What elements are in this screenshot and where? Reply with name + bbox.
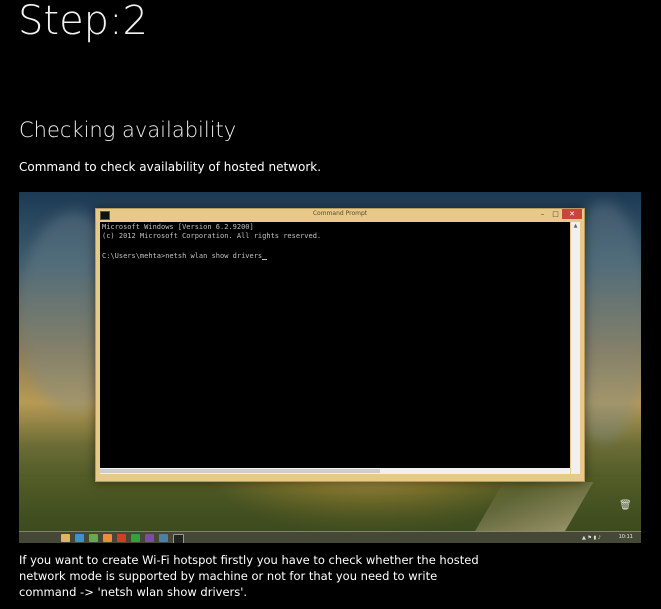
minimize-icon[interactable]: – bbox=[536, 209, 549, 219]
maximize-icon[interactable]: □ bbox=[549, 209, 562, 219]
section-heading: Checking availability bbox=[19, 118, 237, 142]
cmd-line: C:\Users\mehta>netsh wlan show drivers bbox=[102, 252, 268, 260]
cmd-command: C:\Users\mehta>netsh wlan show drivers bbox=[102, 252, 263, 260]
ie-icon[interactable] bbox=[75, 534, 84, 542]
window-controls: – □ ✕ bbox=[536, 209, 582, 220]
close-icon[interactable]: ✕ bbox=[562, 209, 582, 219]
cmd-console[interactable]: Microsoft Windows [Version 6.2.9200] (c)… bbox=[100, 222, 570, 474]
step-title: Step:2 bbox=[18, 0, 148, 44]
cmd-icon[interactable] bbox=[173, 534, 184, 543]
scroll-up-icon[interactable]: ▲ bbox=[571, 222, 580, 230]
cmd-line: (c) 2012 Microsoft Corporation. All righ… bbox=[102, 232, 322, 240]
cmd-line: Microsoft Windows [Version 6.2.9200] bbox=[102, 223, 254, 231]
media-icon[interactable] bbox=[89, 534, 98, 542]
page: Step:2 Checking availability Command to … bbox=[0, 0, 661, 609]
horizontal-scrollbar[interactable] bbox=[100, 468, 570, 474]
vs-icon[interactable] bbox=[145, 534, 154, 542]
scrollbar-thumb[interactable] bbox=[100, 469, 380, 473]
store-icon[interactable] bbox=[117, 534, 126, 542]
vertical-scrollbar[interactable]: ▲ bbox=[571, 222, 580, 474]
intro-text: Command to check availability of hosted … bbox=[19, 160, 322, 174]
file-explorer-icon[interactable] bbox=[61, 534, 70, 542]
cmd-titlebar[interactable]: Command Prompt – □ ✕ bbox=[96, 209, 584, 221]
settings-icon[interactable] bbox=[159, 534, 168, 542]
taskbar-clock[interactable]: 10:11 bbox=[619, 534, 633, 540]
description-text: If you want to create Wi-Fi hotspot firs… bbox=[19, 553, 479, 599]
command-prompt-window: Command Prompt – □ ✕ Microsoft Windows [… bbox=[95, 208, 585, 482]
taskbar: ▲ ⚑ ▮ ♪ 10:11 bbox=[19, 531, 641, 543]
cursor bbox=[262, 259, 268, 260]
app-icon[interactable] bbox=[103, 534, 112, 542]
recycle-bin-icon[interactable]: 🗑 bbox=[619, 500, 632, 511]
chat-icon[interactable] bbox=[131, 534, 140, 542]
desktop-screenshot: 🗑 Command Prompt – □ ✕ Microsoft Windows… bbox=[19, 192, 641, 543]
system-tray-icons[interactable]: ▲ ⚑ ▮ ♪ bbox=[582, 535, 601, 541]
cmd-title: Command Prompt bbox=[312, 210, 368, 217]
